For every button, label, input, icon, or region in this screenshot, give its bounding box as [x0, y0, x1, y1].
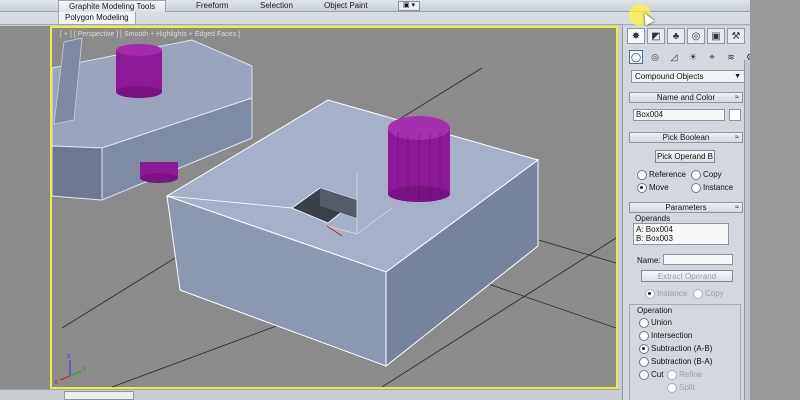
perspective-viewport[interactable]: [ + ] [ Perspective ] [ Smooth + Highlig… [50, 26, 618, 389]
collapse-icon: ≈ [735, 134, 739, 141]
object-name-field[interactable]: Box004 [633, 109, 725, 121]
list-item[interactable]: B: Box003 [636, 234, 726, 243]
motion-tab-icon[interactable]: ◎ [687, 28, 705, 44]
hierarchy-tab-icon[interactable]: ♣ [667, 28, 685, 44]
pick-operand-b-button[interactable]: Pick Operand B [655, 150, 715, 163]
helpers-icon[interactable]: ⌖ [705, 50, 719, 64]
spacewarps-icon[interactable]: ≋ [724, 50, 738, 64]
tab-selection[interactable]: Selection [250, 0, 303, 12]
radio-reference[interactable]: Reference [637, 170, 686, 180]
tab-polygon-modeling[interactable]: Polygon Modeling [58, 12, 136, 25]
ribbon-options-dropdown[interactable]: ▣ ▾ [398, 1, 420, 11]
radio-subtraction-b-a[interactable]: Subtraction (B-A) [639, 357, 712, 367]
ribbon-subtab-row: Polygon Modeling [0, 12, 800, 25]
lights-icon[interactable]: ◿ [667, 50, 681, 64]
create-tab-icon[interactable]: ✸ [627, 28, 645, 44]
tab-object-paint[interactable]: Object Paint [314, 0, 378, 12]
axis-z-label: z [67, 353, 71, 360]
cylinder-left-bottom[interactable] [140, 162, 178, 183]
object-type-dropdown[interactable]: Compound Objects ▼ [631, 70, 745, 83]
radio-instance[interactable]: Instance [691, 183, 733, 193]
radio-cut[interactable]: Cut [639, 370, 663, 380]
radio-extract-instance[interactable]: Instance [645, 289, 687, 299]
utilities-tab-icon[interactable]: ⚒ [727, 28, 745, 44]
status-field[interactable] [64, 391, 134, 400]
modify-tab-icon[interactable]: ◩ [647, 28, 665, 44]
radio-copy[interactable]: Copy [691, 170, 722, 180]
display-tab-icon[interactable]: ▣ [707, 28, 725, 44]
radio-extract-copy[interactable]: Copy [693, 289, 724, 299]
cylinder-left[interactable] [116, 44, 162, 98]
collapse-icon: ≈ [735, 204, 739, 211]
radio-union[interactable]: Union [639, 318, 672, 328]
operands-label: Operands [635, 214, 671, 223]
object-color-swatch[interactable] [729, 109, 741, 121]
ribbon-tab-bar: Graphite Modeling Tools Freeform Selecti… [0, 0, 800, 12]
rollout-pick-boolean[interactable]: Pick Boolean ≈ [629, 132, 743, 143]
right-background [750, 0, 800, 400]
shapes-icon[interactable]: ◎ [648, 50, 662, 64]
left-background [0, 26, 50, 400]
cylinder-main[interactable] [388, 116, 450, 202]
rollout-name-color-title: Name and Color [656, 93, 716, 102]
status-strip [0, 389, 620, 400]
rollout-parameters[interactable]: Parameters ≈ [629, 202, 743, 213]
geometry-icon[interactable]: ◯ [629, 50, 643, 64]
viewport-scene: z y x [52, 37, 616, 387]
radio-refine[interactable]: Refine [667, 370, 702, 380]
axis-tripod-icon: z y x [54, 353, 87, 386]
operands-list[interactable]: A: Box004 B: Box003 [633, 223, 729, 245]
command-panel-tabs: ✸ ◩ ♣ ◎ ▣ ⚒ [627, 28, 745, 44]
tab-freeform[interactable]: Freeform [186, 0, 238, 12]
tab-graphite-modeling-tools[interactable]: Graphite Modeling Tools [58, 0, 167, 12]
radio-intersection[interactable]: Intersection [639, 331, 692, 341]
chevron-down-icon: ▼ [734, 73, 741, 80]
operand-name-field[interactable] [663, 254, 733, 265]
operation-label: Operation [637, 306, 673, 315]
object-category-row: ◯ ◎ ◿ ☀ ⌖ ≋ ⚙ [629, 50, 750, 64]
rollout-name-color[interactable]: Name and Color ≈ [629, 92, 743, 103]
axis-x-label: x [54, 379, 58, 386]
object-type-value: Compound Objects [635, 72, 704, 81]
collapse-icon: ≈ [735, 94, 739, 101]
radio-move[interactable]: Move [637, 183, 669, 193]
rollout-pick-boolean-title: Pick Boolean [662, 133, 710, 142]
radio-split[interactable]: Split [667, 383, 695, 393]
viewport-label[interactable]: [ + ] [ Perspective ] [ Smooth + Highlig… [60, 31, 240, 38]
cameras-icon[interactable]: ☀ [686, 50, 700, 64]
list-item[interactable]: A: Box004 [636, 225, 726, 234]
app-window: Graphite Modeling Tools Freeform Selecti… [0, 0, 800, 400]
rollout-parameters-title: Parameters [665, 203, 707, 212]
name-label: Name: [637, 256, 661, 265]
command-panel: ✸ ◩ ♣ ◎ ▣ ⚒ ◯ ◎ ◿ ☀ ⌖ ≋ ⚙ Compound Objec… [622, 26, 750, 400]
radio-subtraction-a-b[interactable]: Subtraction (A-B) [639, 344, 712, 354]
extract-operand-button[interactable]: Extract Operand [641, 270, 733, 282]
axis-y-label: y [83, 365, 87, 372]
